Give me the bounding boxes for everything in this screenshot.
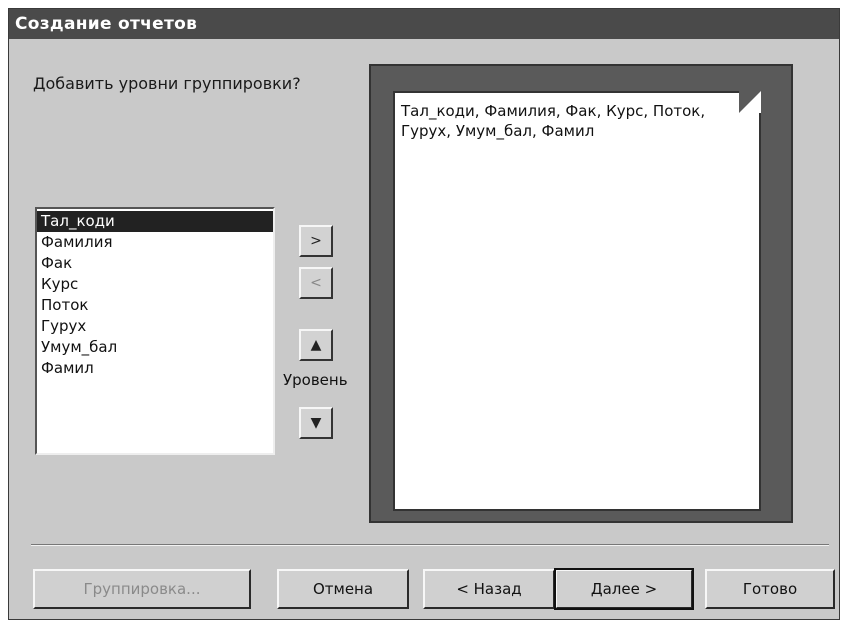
back-button[interactable]: < Назад (423, 569, 555, 609)
fields-listbox[interactable]: Тал_коди Фамилия Фак Курс Поток Гурух Ум… (35, 207, 275, 455)
level-label: Уровень (283, 371, 348, 389)
window-title: Создание отчетов (9, 9, 839, 39)
finish-button[interactable]: Готово (705, 569, 835, 609)
list-item-guruh[interactable]: Гурух (37, 316, 273, 337)
list-item-potok[interactable]: Поток (37, 295, 273, 316)
next-button[interactable]: Далее > (554, 568, 694, 610)
list-item-familio[interactable]: Фамил (37, 358, 273, 379)
remove-level-button[interactable]: < (299, 267, 333, 299)
divider (31, 544, 829, 546)
list-item-fak[interactable]: Фак (37, 253, 273, 274)
grouping-options-button[interactable]: Группировка... (33, 569, 251, 609)
cancel-button[interactable]: Отмена (277, 569, 409, 609)
list-item-familiya[interactable]: Фамилия (37, 232, 273, 253)
list-item-tal-kodi[interactable]: Тал_коди (37, 211, 273, 232)
add-level-button[interactable]: > (299, 225, 333, 257)
list-item-umum-bal[interactable]: Умум_бал (37, 337, 273, 358)
grouping-question: Добавить уровни группировки? (33, 74, 301, 93)
preview-fields-text: Тал_коди, Фамилия, Фак, Курс, Поток, Гур… (401, 102, 706, 140)
level-down-button[interactable]: ▼ (299, 407, 333, 439)
list-item-kurs[interactable]: Курс (37, 274, 273, 295)
level-up-button[interactable]: ▲ (299, 329, 333, 361)
report-wizard-dialog: Создание отчетов Добавить уровни группир… (8, 8, 840, 620)
arrow-down-icon: ▼ (310, 415, 322, 431)
preview-page: Тал_коди, Фамилия, Фак, Курс, Поток, Гур… (393, 91, 761, 511)
page-fold-icon (739, 91, 761, 113)
arrow-up-icon: ▲ (310, 337, 322, 353)
